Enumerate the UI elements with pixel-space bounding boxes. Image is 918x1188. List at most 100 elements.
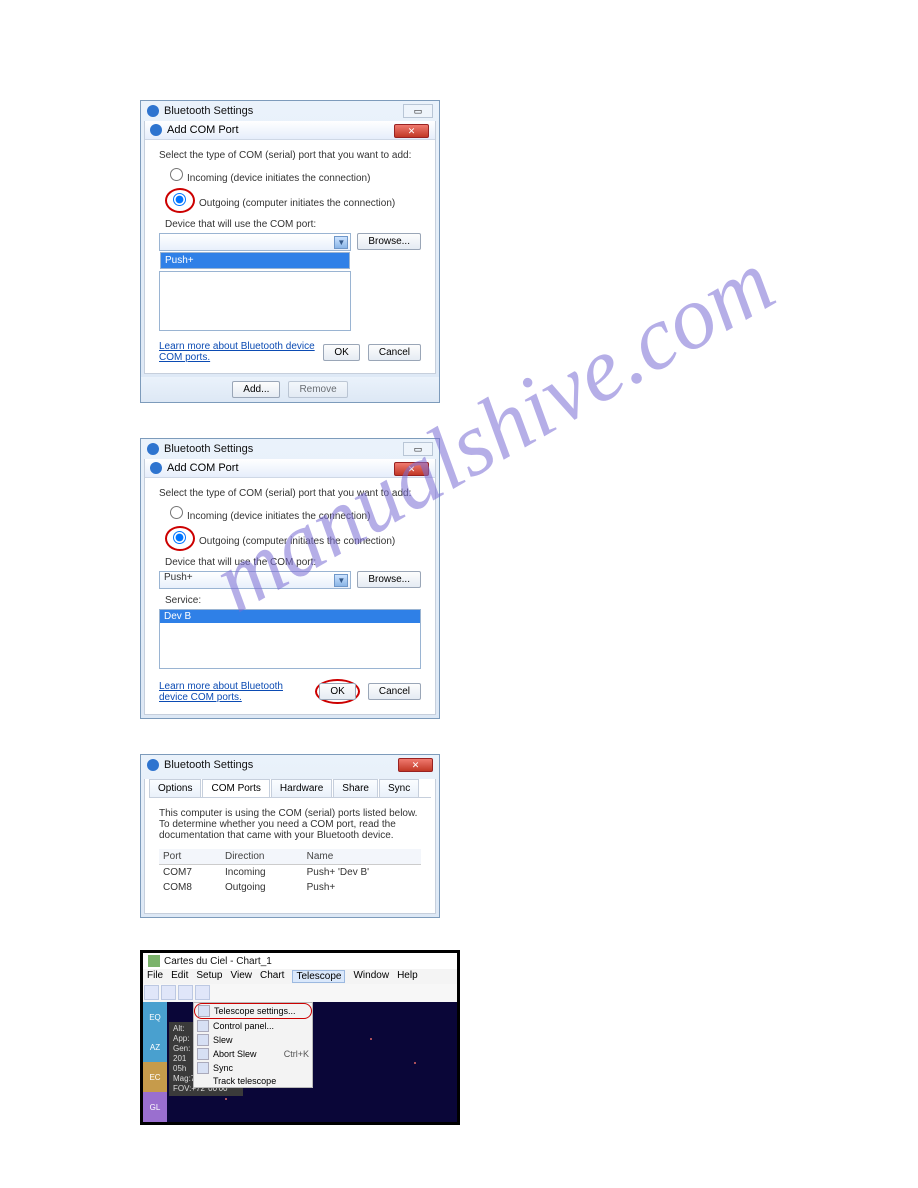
ok-button[interactable]: OK <box>319 683 355 700</box>
hotkey: Ctrl+K <box>284 1049 309 1059</box>
menu-item-control-panel[interactable]: Control panel... <box>194 1019 312 1033</box>
menu-chart[interactable]: Chart <box>260 970 284 983</box>
tab-strip: Options COM Ports Hardware Share Sync <box>149 779 431 798</box>
table-row[interactable]: COM8 Outgoing Push+ <box>159 880 421 895</box>
close-button[interactable]: ✕ <box>394 124 429 138</box>
menu-view[interactable]: View <box>231 970 253 983</box>
outer-title: Bluetooth Settings <box>164 105 253 117</box>
radio-incoming[interactable] <box>170 506 183 519</box>
service-label: Service: <box>165 595 421 606</box>
side-gl[interactable]: GL <box>143 1092 167 1122</box>
radio-outgoing[interactable] <box>173 531 186 544</box>
bluetooth-icon <box>147 443 159 455</box>
bluetooth-icon <box>150 462 162 474</box>
title: Bluetooth Settings <box>164 759 253 771</box>
tab-sync[interactable]: Sync <box>379 779 419 797</box>
side-bar: EQ AZ EC GL <box>143 1002 167 1122</box>
tab-hardware[interactable]: Hardware <box>271 779 332 797</box>
star-icon <box>225 1098 227 1100</box>
minimize-button[interactable]: ▭ <box>403 442 433 456</box>
outer-titlebar: Bluetooth Settings ▭ <box>141 101 439 121</box>
side-az[interactable]: AZ <box>143 1032 167 1062</box>
remove-button[interactable]: Remove <box>288 381 347 398</box>
dialog-bluetooth-settings-2: Bluetooth Settings ▭ Add COM Port ✕ Sele… <box>140 438 440 719</box>
toolbar-icon[interactable] <box>144 985 159 1000</box>
menu-item-telescope-settings[interactable]: Telescope settings... <box>194 1003 312 1019</box>
telescope-menu: Telescope settings... Control panel... S… <box>193 1002 313 1088</box>
tab-share[interactable]: Share <box>333 779 378 797</box>
bluetooth-icon <box>150 124 162 136</box>
radio-incoming-label: Incoming (device initiates the connectio… <box>187 511 370 522</box>
sync-icon <box>197 1062 209 1074</box>
menu-item-sync[interactable]: Sync <box>194 1061 312 1075</box>
cancel-button[interactable]: Cancel <box>368 683 421 700</box>
intro-text: Select the type of COM (serial) port tha… <box>159 488 421 499</box>
star-icon <box>370 1038 372 1040</box>
learn-more-link[interactable]: Learn more about Bluetooth device COM po… <box>159 341 315 363</box>
device-combo[interactable]: Push+ ▼ <box>159 571 351 589</box>
tab-options[interactable]: Options <box>149 779 201 797</box>
minimize-button[interactable]: ▭ <box>403 104 433 118</box>
cancel-button[interactable]: Cancel <box>368 344 421 361</box>
browse-button[interactable]: Browse... <box>357 571 421 588</box>
table-row[interactable]: COM7 Incoming Push+ 'Dev B' <box>159 865 421 881</box>
radio-outgoing-label: Outgoing (computer initiates the connect… <box>199 198 395 209</box>
radio-incoming[interactable] <box>170 168 183 181</box>
dialog-bluetooth-settings-ports: Bluetooth Settings ✕ Options COM Ports H… <box>140 754 440 918</box>
abort-icon <box>197 1048 209 1060</box>
menu-setup[interactable]: Setup <box>196 970 222 983</box>
radio-outgoing-label: Outgoing (computer initiates the connect… <box>199 536 395 547</box>
app-cartes-du-ciel: Cartes du Ciel - Chart_1 File Edit Setup… <box>140 950 460 1125</box>
menu-help[interactable]: Help <box>397 970 418 983</box>
col-port: Port <box>159 849 221 865</box>
app-titlebar: Cartes du Ciel - Chart_1 <box>143 953 457 969</box>
side-ec[interactable]: EC <box>143 1062 167 1092</box>
service-list[interactable]: Dev B <box>159 609 421 669</box>
device-combo[interactable]: ▼ Push+ <box>159 233 351 251</box>
chevron-down-icon[interactable]: ▼ <box>334 574 348 587</box>
side-eq[interactable]: EQ <box>143 1002 167 1032</box>
toolbar-icon[interactable] <box>195 985 210 1000</box>
menu-item-abort-slew[interactable]: Abort Slew Ctrl+K <box>194 1047 312 1061</box>
menu-window[interactable]: Window <box>353 970 389 983</box>
intro-text: Select the type of COM (serial) port tha… <box>159 150 421 161</box>
highlight-circle <box>165 526 195 551</box>
settings-icon <box>198 1005 210 1017</box>
col-direction: Direction <box>221 849 303 865</box>
browse-button[interactable]: Browse... <box>357 233 421 250</box>
highlight-circle: OK <box>315 679 359 704</box>
device-label: Device that will use the COM port: <box>165 219 421 230</box>
app-title-text: Cartes du Ciel - Chart_1 <box>164 956 272 967</box>
menu-item-track[interactable]: Track telescope <box>194 1075 312 1087</box>
combo-option-push[interactable]: Push+ <box>161 253 349 268</box>
close-button[interactable]: ✕ <box>394 462 429 476</box>
ok-button[interactable]: OK <box>323 344 359 361</box>
combo-dropdown: Push+ <box>160 252 350 269</box>
menu-item-slew[interactable]: Slew <box>194 1033 312 1047</box>
inner-title: Add COM Port <box>167 462 239 474</box>
learn-more-link[interactable]: Learn more about Bluetooth device COM po… <box>159 681 307 703</box>
listbox <box>159 271 351 331</box>
radio-incoming-label: Incoming (device initiates the connectio… <box>187 173 370 184</box>
col-name: Name <box>303 849 421 865</box>
service-item[interactable]: Dev B <box>160 610 420 623</box>
toolbar-icon[interactable] <box>178 985 193 1000</box>
menu-file[interactable]: File <box>147 970 163 983</box>
menu-telescope[interactable]: Telescope <box>292 970 345 983</box>
outer-title: Bluetooth Settings <box>164 443 253 455</box>
app-icon <box>148 955 160 967</box>
ports-table: Port Direction Name COM7 Incoming Push+ … <box>159 849 421 895</box>
toolbar-icon[interactable] <box>161 985 176 1000</box>
menu-edit[interactable]: Edit <box>171 970 188 983</box>
dialog-bluetooth-settings-1: Bluetooth Settings ▭ Add COM Port ✕ Sele… <box>140 100 440 403</box>
chevron-down-icon[interactable]: ▼ <box>334 236 348 249</box>
radio-outgoing[interactable] <box>173 193 186 206</box>
tab-com-ports[interactable]: COM Ports <box>202 779 269 797</box>
blurb: This computer is using the COM (serial) … <box>159 808 421 841</box>
inner-title: Add COM Port <box>167 124 239 136</box>
toolbar <box>143 984 457 1002</box>
close-button[interactable]: ✕ <box>398 758 433 772</box>
highlight-circle <box>165 188 195 213</box>
add-button[interactable]: Add... <box>232 381 280 398</box>
combo-value: Push+ <box>160 572 193 583</box>
